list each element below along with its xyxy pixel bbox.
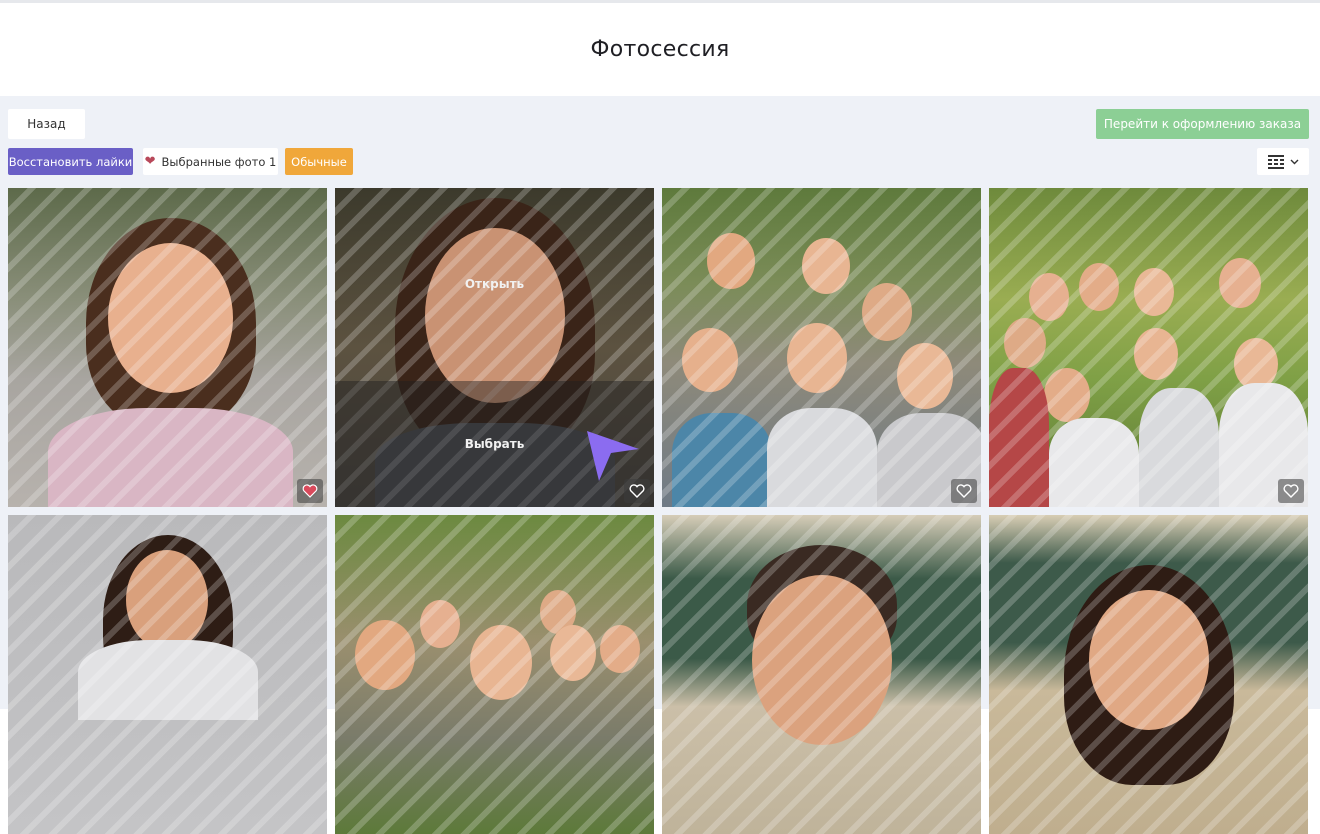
heart-outline-icon [629, 484, 645, 498]
heart-icon: ❤ [144, 154, 156, 169]
photo-tile[interactable] [989, 515, 1308, 834]
checkout-button[interactable]: Перейти к оформлению заказа [1096, 109, 1309, 139]
restore-likes-button[interactable]: Восстановить лайки [8, 148, 133, 175]
heart-outline-icon [1283, 484, 1299, 498]
view-mode-dropdown[interactable] [1257, 148, 1309, 175]
grid-view-icon [1267, 154, 1284, 169]
heart-outline-icon [956, 484, 972, 498]
like-button[interactable] [624, 479, 650, 503]
photo-tile[interactable]: Открыть Выбрать [335, 188, 654, 507]
photo-tile[interactable] [989, 188, 1308, 507]
like-button[interactable] [1278, 479, 1304, 503]
page-title: Фотосессия [590, 37, 730, 62]
regular-filter-button[interactable]: Обычные [285, 148, 353, 175]
open-overlay[interactable]: Открыть [335, 188, 654, 381]
cursor-pointer-icon [587, 431, 639, 481]
heart-filled-icon [302, 484, 318, 498]
page-header: Фотосессия [0, 3, 1320, 96]
select-label: Выбрать [464, 437, 525, 451]
like-button[interactable] [951, 479, 977, 503]
favorites-filter-label: Выбранные фото 1 [161, 154, 277, 169]
gallery-panel: Назад Перейти к оформлению заказа Восста… [0, 96, 1320, 834]
photo-tile[interactable] [662, 188, 981, 507]
photo-tile[interactable] [662, 515, 981, 834]
favorites-filter-button[interactable]: ❤ Выбранные фото 1 [143, 148, 278, 175]
photo-tile[interactable] [8, 188, 327, 507]
photo-tile[interactable] [8, 515, 327, 834]
photo-tile[interactable] [335, 515, 654, 834]
back-button[interactable]: Назад [8, 109, 85, 139]
like-button[interactable] [297, 479, 323, 503]
chevron-down-icon [1290, 159, 1298, 164]
open-label: Открыть [464, 276, 525, 291]
